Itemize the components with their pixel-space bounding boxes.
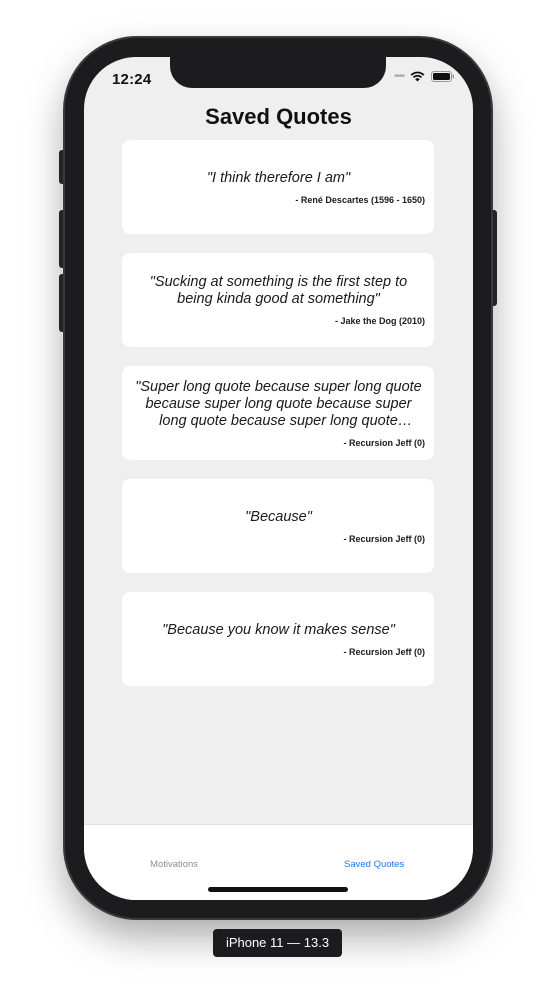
- simulator-stage: 12:24 •••• Saved Quotes "I think therefo…: [0, 0, 556, 993]
- tab-saved-quotes[interactable]: Saved Quotes: [344, 859, 404, 870]
- phone-screen: 12:24 •••• Saved Quotes "I think therefo…: [84, 57, 473, 900]
- quote-author: - Recursion Jeff (0): [343, 437, 425, 448]
- tab-bar: Motivations Saved Quotes: [84, 824, 473, 900]
- battery-icon: [431, 71, 454, 82]
- device-label: iPhone 11 — 13.3: [213, 929, 342, 957]
- quote-text: "Because you know it makes sense": [162, 621, 395, 638]
- status-time: 12:24: [112, 71, 152, 88]
- quote-card[interactable]: "Super long quote because super long quo…: [122, 366, 434, 460]
- wifi-icon: [410, 71, 425, 82]
- signal-dots-icon: ••••: [393, 71, 405, 82]
- quote-card[interactable]: "Because you know it makes sense" - Recu…: [122, 592, 434, 686]
- quote-card[interactable]: "I think therefore I am" - René Descarte…: [122, 140, 434, 234]
- page-title: Saved Quotes: [205, 104, 352, 129]
- quote-text: "I think therefore I am": [206, 169, 351, 186]
- quote-author: - Recursion Jeff (0): [343, 533, 425, 544]
- quote-author: - René Descartes (1596 - 1650): [295, 194, 425, 205]
- quote-author: - Recursion Jeff (0): [343, 646, 425, 657]
- quote-text: "Super long quote because super long quo…: [135, 378, 422, 429]
- quote-card[interactable]: "Because" - Recursion Jeff (0): [122, 479, 434, 573]
- quote-text: "Because": [245, 508, 312, 525]
- home-indicator[interactable]: [208, 887, 348, 892]
- quote-text: "Sucking at something is the first step …: [149, 274, 408, 307]
- quote-card[interactable]: "Sucking at something is the first step …: [122, 253, 434, 347]
- tab-motivations[interactable]: Motivations: [150, 859, 198, 870]
- quote-author: - Jake the Dog (2010): [334, 316, 425, 326]
- notch: [170, 57, 386, 88]
- status-icons: ••••: [394, 71, 455, 82]
